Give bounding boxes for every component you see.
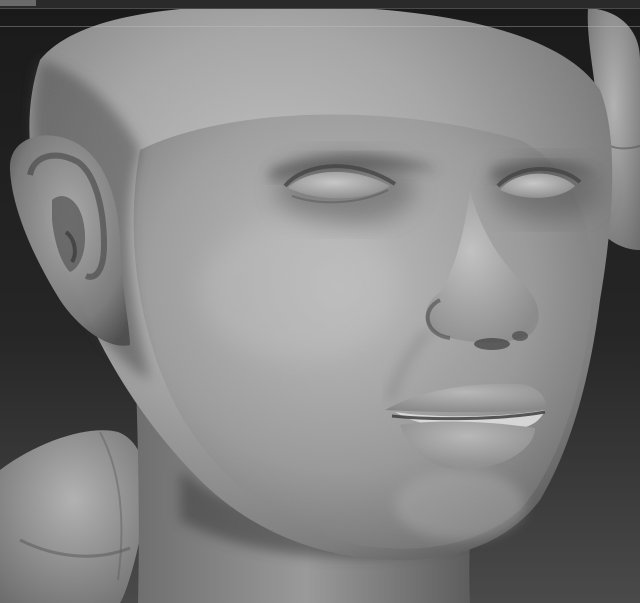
viewport-tab[interactable]	[0, 0, 36, 6]
viewport-top-bar	[0, 0, 640, 9]
viewport-canvas[interactable]	[0, 0, 640, 603]
sculpt-viewport[interactable]	[0, 0, 640, 603]
left-hand	[0, 430, 147, 603]
viewport-guide-line	[0, 26, 640, 27]
